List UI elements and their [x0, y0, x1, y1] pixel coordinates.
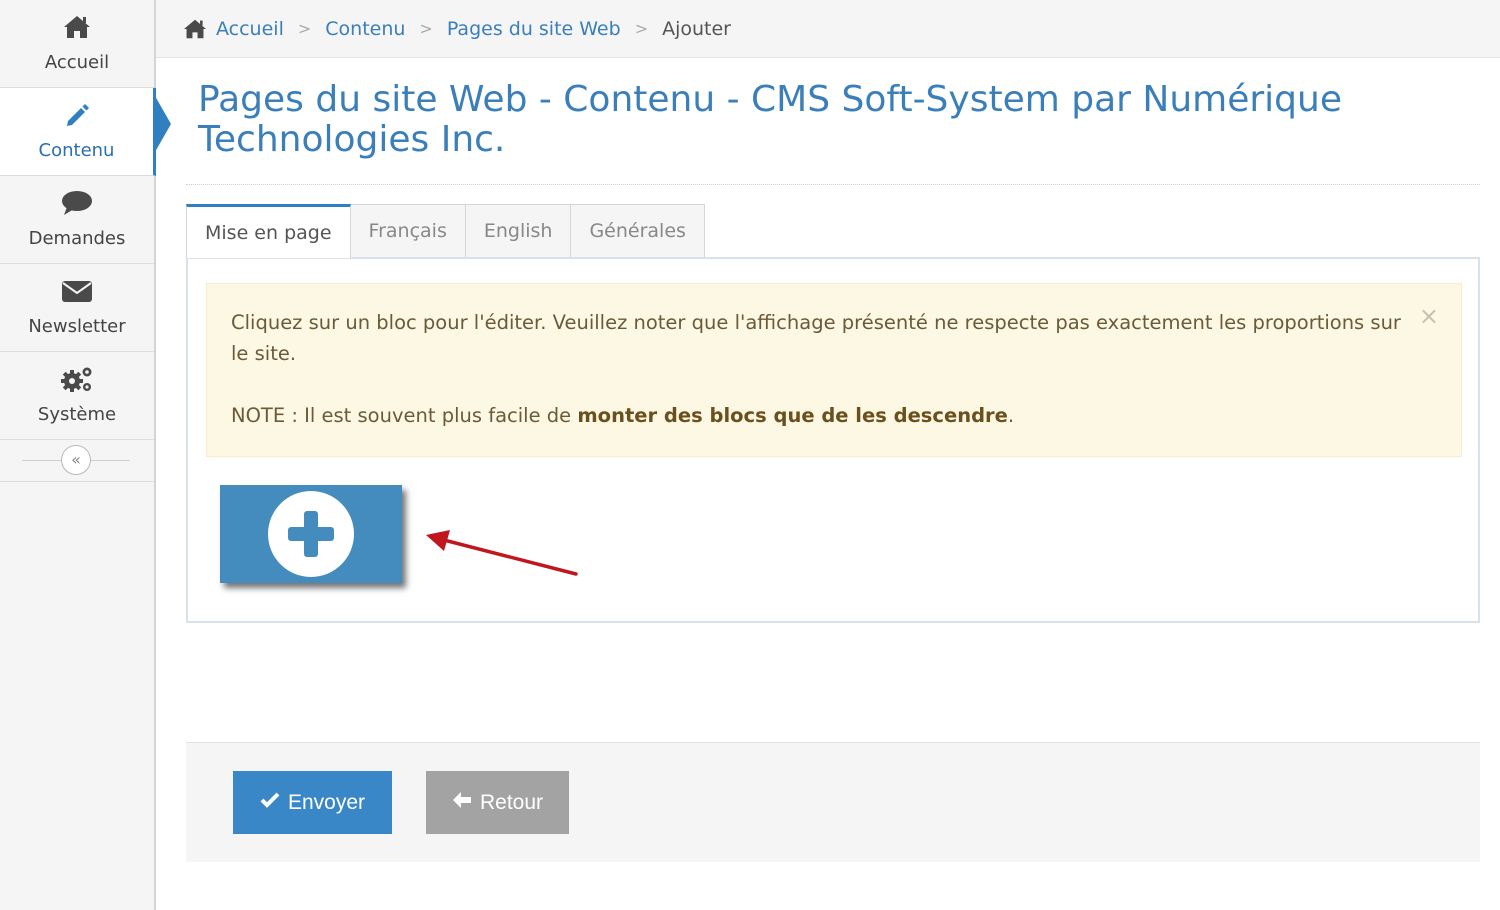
- chevron-right-icon: >: [634, 19, 649, 38]
- envelope-icon: [0, 276, 154, 306]
- tab-english[interactable]: English: [464, 204, 572, 257]
- tab-francais[interactable]: Français: [349, 204, 466, 257]
- breadcrumb-current: Ajouter: [662, 17, 731, 40]
- sidebar-item-demandes[interactable]: Demandes: [0, 176, 154, 264]
- tab-bar: Mise en page Français English Générales: [186, 204, 705, 258]
- tab-generales[interactable]: Générales: [570, 204, 705, 257]
- breadcrumb: Accueil > Contenu > Pages du site Web > …: [156, 0, 1500, 58]
- breadcrumb-link-accueil[interactable]: Accueil: [216, 18, 284, 40]
- pencil-icon: [0, 100, 153, 130]
- sidebar-item-label: Newsletter: [28, 316, 126, 337]
- sidebar-item-accueil[interactable]: Accueil: [0, 0, 154, 88]
- page-title: Pages du site Web - Contenu - CMS Soft-S…: [198, 79, 1342, 160]
- sidebar-item-label: Contenu: [38, 140, 115, 161]
- sidebar-collapse-row: «: [0, 440, 154, 482]
- collapse-sidebar-button[interactable]: «: [61, 445, 91, 475]
- sidebar-item-newsletter[interactable]: Newsletter: [0, 264, 154, 352]
- arrow-left-icon: [452, 791, 472, 815]
- sidebar-item-systeme[interactable]: Système: [0, 352, 154, 440]
- check-icon: [260, 791, 280, 815]
- send-button-label: Envoyer: [287, 790, 366, 814]
- sidebar-item-label: Système: [37, 404, 117, 425]
- back-button-label: Retour: [479, 790, 544, 814]
- info-alert: × Cliquez sur un bloc pour l'éditer. Veu…: [206, 283, 1462, 457]
- send-button[interactable]: Envoyer: [233, 771, 392, 834]
- divider: [186, 184, 1480, 185]
- home-icon: [0, 12, 154, 42]
- sidebar-item-contenu[interactable]: Contenu: [0, 88, 156, 176]
- sidebar-item-label: Accueil: [44, 52, 110, 73]
- alert-text: Cliquez sur un bloc pour l'éditer. Veuil…: [231, 311, 1401, 365]
- alert-note-suffix: .: [1007, 404, 1015, 427]
- plus-circle-icon: [268, 491, 354, 577]
- add-block-button[interactable]: [220, 485, 402, 583]
- tab-mise-en-page[interactable]: Mise en page: [186, 204, 351, 258]
- close-icon[interactable]: ×: [1419, 304, 1439, 328]
- home-icon[interactable]: [182, 18, 208, 40]
- red-arrow-annotation: [426, 530, 578, 576]
- breadcrumb-link-pages[interactable]: Pages du site Web: [447, 18, 621, 40]
- back-button[interactable]: Retour: [426, 771, 569, 834]
- chevron-right-icon: >: [297, 19, 312, 38]
- breadcrumb-link-contenu[interactable]: Contenu: [325, 18, 405, 40]
- alert-note: NOTE : Il est souvent plus facile de mon…: [231, 400, 1417, 431]
- comment-icon: [0, 188, 154, 218]
- chevron-right-icon: >: [419, 19, 433, 38]
- gears-icon: [0, 364, 154, 394]
- sidebar: Accueil Contenu Demandes Newsletter Syst…: [0, 0, 156, 910]
- sidebar-item-label: Demandes: [28, 228, 126, 249]
- alert-note-prefix: NOTE : Il est souvent plus facile de: [231, 404, 578, 427]
- alert-note-bold: monter des blocs que de les descendre: [577, 404, 1008, 427]
- form-footer: Envoyer Retour: [186, 742, 1480, 862]
- layout-panel: × Cliquez sur un bloc pour l'éditer. Veu…: [186, 257, 1480, 623]
